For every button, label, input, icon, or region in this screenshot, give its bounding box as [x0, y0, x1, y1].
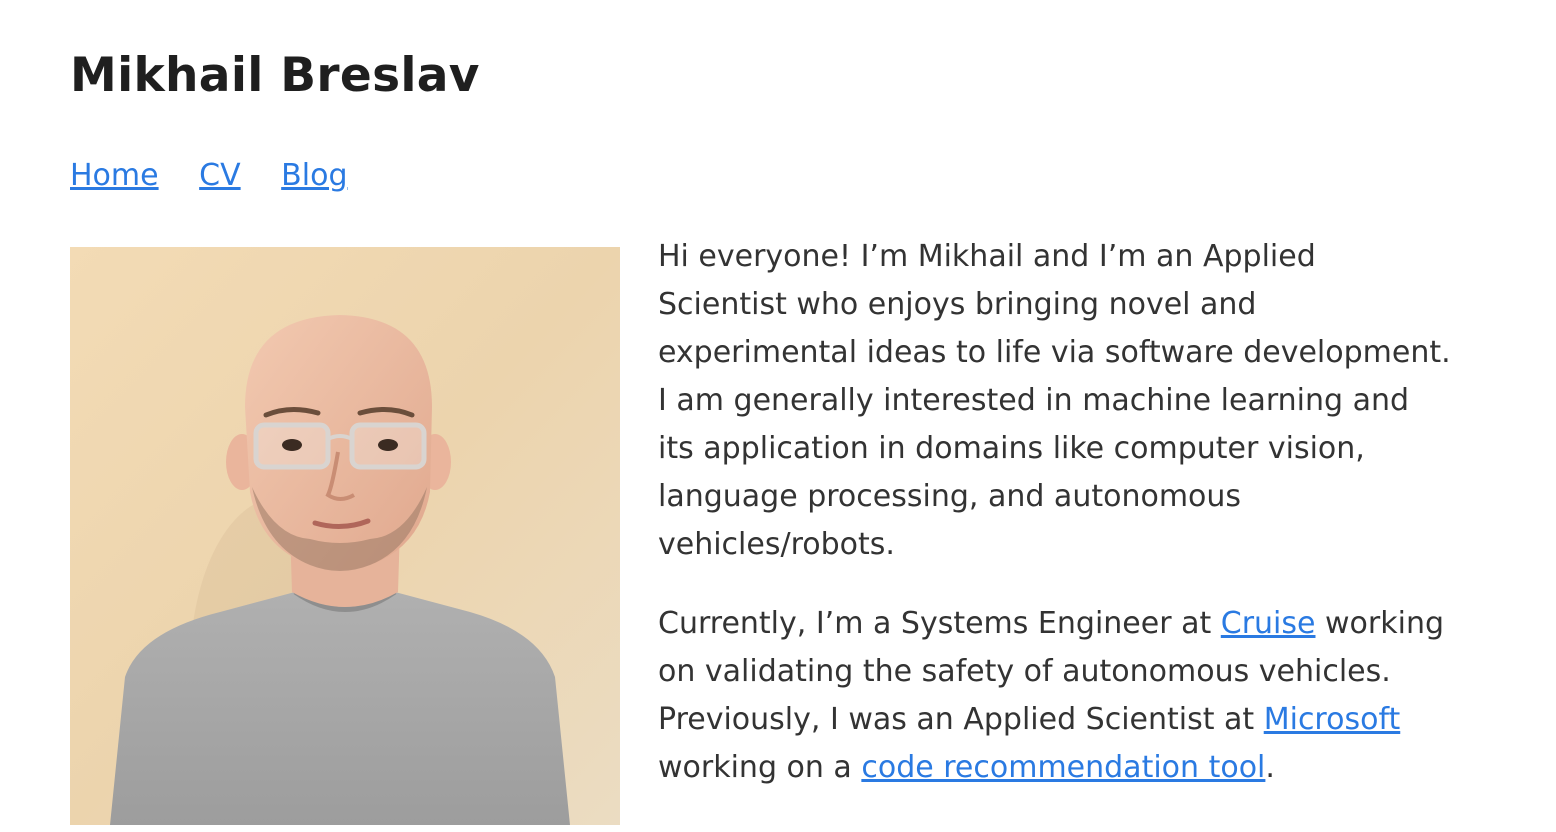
bio-intro-line: I am generally interested in machine lea… [658, 383, 1410, 418]
main-nav: Home CV Blog [70, 156, 348, 196]
cruise-link[interactable]: Cruise [1221, 606, 1316, 641]
bio-current-text: working on a [658, 750, 862, 785]
nav-cv-link[interactable]: CV [199, 158, 240, 193]
bio-intro-line: vehicles/robots. [658, 527, 895, 562]
nav-home-link[interactable]: Home [70, 158, 159, 193]
bio-intro-line: language processing, and autonomous [658, 479, 1242, 514]
bio-current-text: . [1265, 750, 1275, 785]
bio-current-text: on validating the safety of autonomous v… [658, 654, 1391, 689]
bio-intro-line: its application in domains like computer… [658, 431, 1365, 466]
bio-intro-paragraph: Hi everyone! I’m Mikhail and I’m an Appl… [658, 233, 1518, 569]
bio-current-text: Previously, I was an Applied Scientist a… [658, 702, 1264, 737]
bio-current-text: working [1315, 606, 1445, 641]
profile-photo-illustration [70, 247, 620, 825]
code-recommendation-tool-link[interactable]: code recommendation tool [861, 750, 1265, 785]
bio-intro-line: Scientist who enjoys bringing novel and [658, 287, 1257, 322]
bio-intro-line: experimental ideas to life via software … [658, 335, 1451, 370]
nav-blog-link[interactable]: Blog [281, 158, 347, 193]
bio-current-text: Currently, I’m a Systems Engineer at [658, 606, 1221, 641]
bio-current-paragraph: Currently, I’m a Systems Engineer at Cru… [658, 600, 1518, 792]
bio-intro-line: Hi everyone! I’m Mikhail and I’m an Appl… [658, 239, 1316, 274]
microsoft-link[interactable]: Microsoft [1264, 702, 1401, 737]
bio-section: Hi everyone! I’m Mikhail and I’m an Appl… [658, 233, 1518, 792]
site-title: Mikhail Breslav [70, 48, 480, 103]
profile-photo [70, 247, 620, 825]
